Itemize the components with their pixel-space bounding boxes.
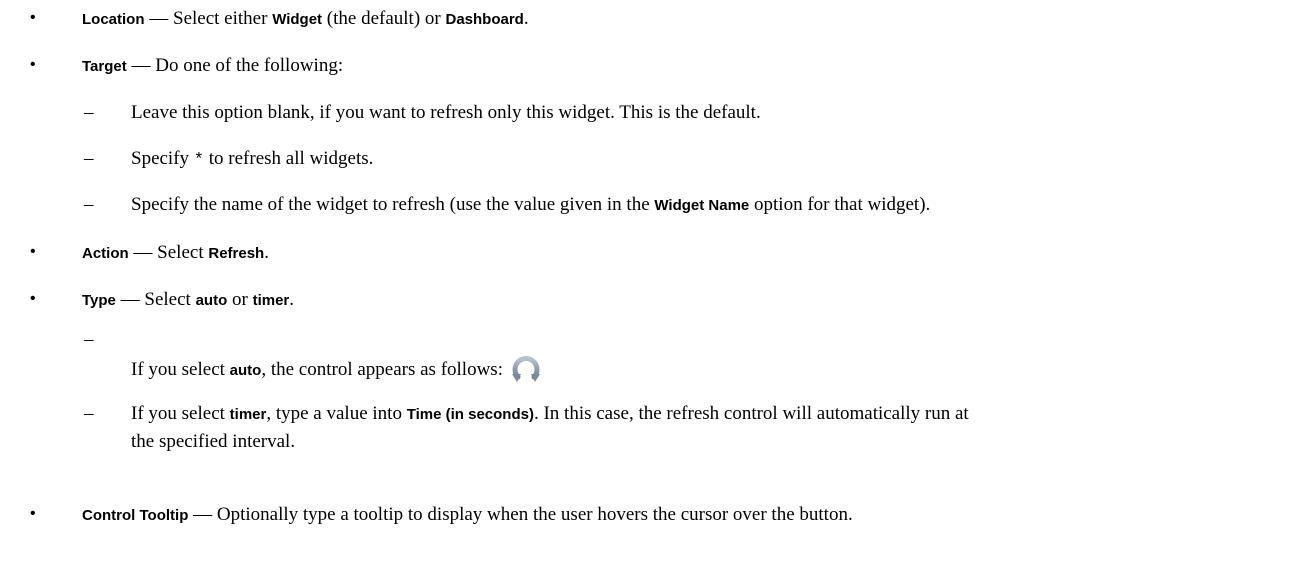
refresh-icon xyxy=(509,355,543,389)
tooltip-term: Control Tooltip xyxy=(82,507,189,524)
bullet: • xyxy=(30,505,36,522)
target-option-all: Specify * to refresh all widgets. xyxy=(131,148,374,170)
target-term: Target xyxy=(82,58,127,75)
action-item: Action — Select Refresh. xyxy=(82,242,269,263)
tooltip-item: Control Tooltip — Optionally type a tool… xyxy=(82,504,853,525)
type-option-auto: If you select auto, the control appears … xyxy=(131,355,543,389)
bullet: • xyxy=(30,9,36,26)
location-term: Location xyxy=(82,11,145,28)
bullet: • xyxy=(30,56,36,73)
dash: – xyxy=(84,148,94,169)
location-item: Location — Select either Widget (the def… xyxy=(82,8,529,29)
target-option-name: Specify the name of the widget to refres… xyxy=(131,194,931,215)
dash: – xyxy=(84,102,94,123)
bullet: • xyxy=(30,243,36,260)
action-term: Action xyxy=(82,245,129,262)
type-term: Type xyxy=(82,292,116,309)
target-option-blank: Leave this option blank, if you want to … xyxy=(131,102,761,123)
type-option-timer-continued: the specified interval. xyxy=(131,431,296,452)
bullet: • xyxy=(30,290,36,307)
target-item: Target — Do one of the following: xyxy=(82,55,344,76)
dash: – xyxy=(84,403,94,424)
dash: – xyxy=(84,329,94,350)
type-item: Type — Select auto or timer. xyxy=(82,289,295,310)
dash: – xyxy=(84,194,94,215)
type-option-timer: If you select timer, type a value into T… xyxy=(131,403,969,424)
